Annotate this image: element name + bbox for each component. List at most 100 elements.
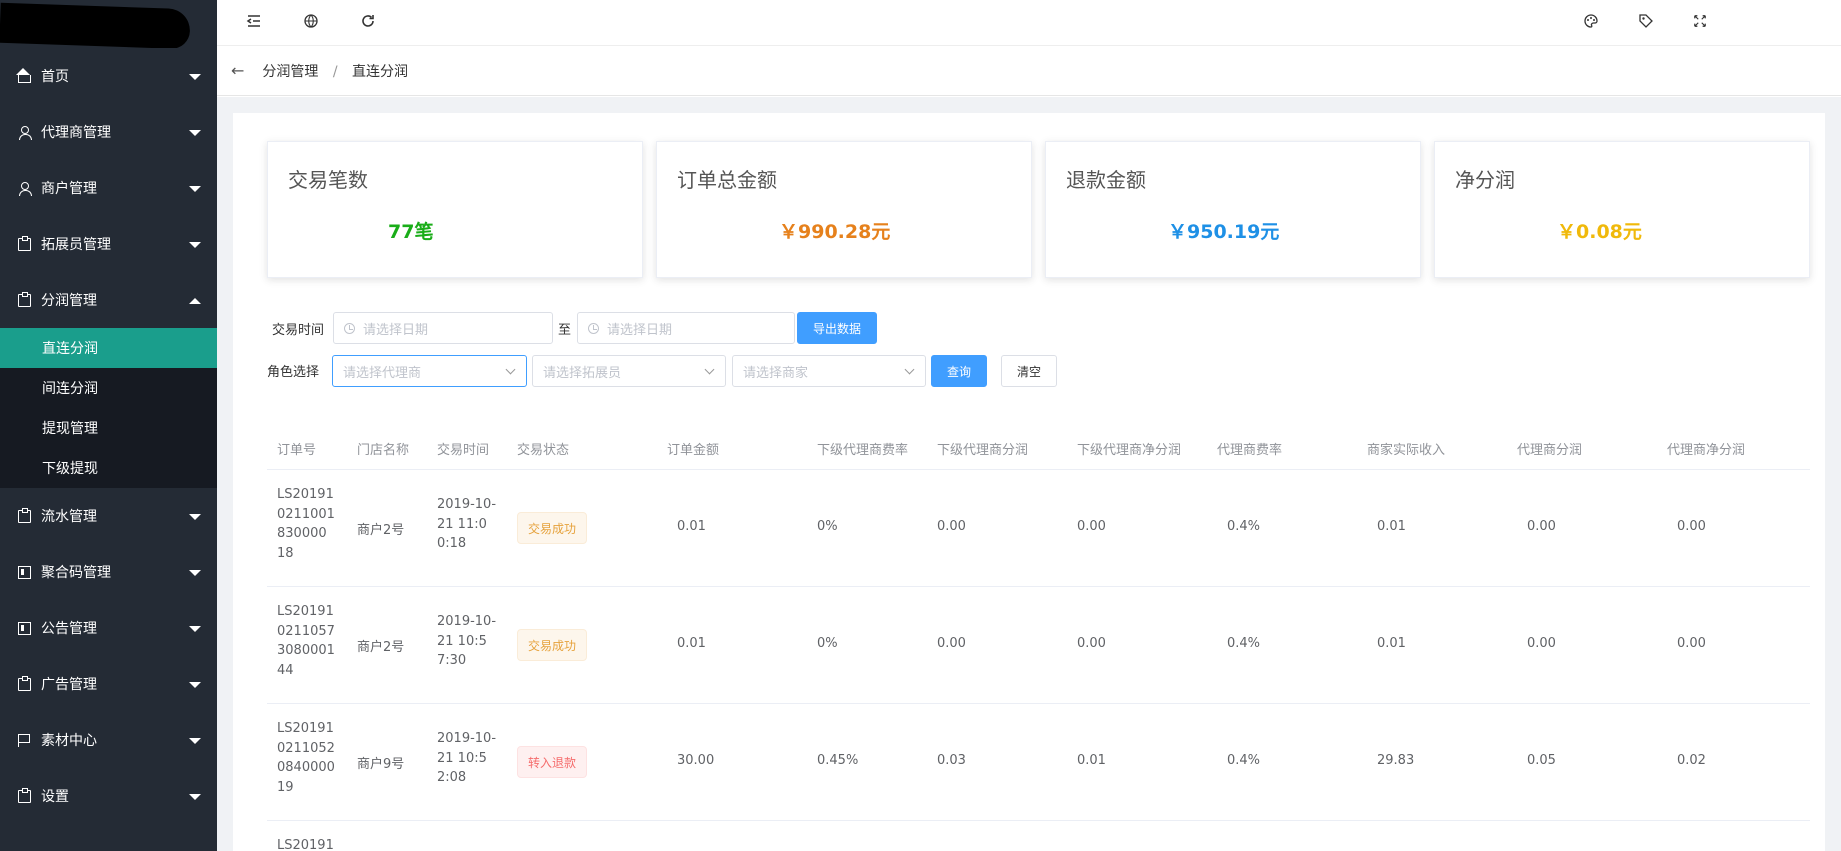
topbar [217, 0, 1841, 46]
clipboard-icon [18, 787, 31, 803]
clipboard-icon [18, 507, 31, 523]
content-gutter [217, 97, 1841, 113]
end-date-placeholder: 请选择日期 [607, 322, 673, 338]
cell-agent-net: 0.00 [1677, 519, 1706, 534]
cell-time: 2019-10-21 11:00:18 [437, 497, 497, 551]
stat-card-net-profit: 净分润 ￥0.08元 [1434, 141, 1810, 278]
logo-redacted [0, 2, 191, 48]
stat-card-refund: 退款金额 ￥950.19元 [1045, 141, 1421, 278]
clock-icon [588, 322, 599, 334]
col-sub-rate: 下级代理商费率 [817, 443, 909, 458]
clipboard-icon [18, 675, 31, 691]
clear-button[interactable]: 清空 [1001, 355, 1057, 387]
start-date-input[interactable]: 请选择日期 [333, 312, 553, 344]
menu-item-agent[interactable]: 代理商管理 [0, 104, 217, 160]
menu-item-settings[interactable]: 设置 [0, 768, 217, 824]
table-row: LS201910211052084000019 商户9号 2019-10-21 … [267, 704, 1810, 821]
cell-merchant-income: 29.83 [1377, 753, 1415, 768]
flag-icon [18, 733, 31, 747]
col-store: 门店名称 [357, 443, 410, 458]
logo [0, 0, 217, 48]
palette-icon[interactable] [1581, 13, 1601, 33]
menu-item-flow[interactable]: 流水管理 [0, 488, 217, 544]
menu-item-merchant[interactable]: 商户管理 [0, 160, 217, 216]
qrcode-icon [18, 621, 31, 635]
stat-value: ￥990.28元 [779, 221, 891, 243]
col-agent-net: 代理商净分润 [1667, 443, 1746, 458]
promoter-select[interactable]: 请选择拓展员 [532, 355, 726, 387]
cell-amount: 30.00 [677, 753, 715, 768]
menu-label: 广告管理 [41, 677, 97, 693]
caret-down-icon [189, 186, 201, 192]
fullscreen-icon[interactable] [1690, 13, 1710, 33]
breadcrumb-separator: / [332, 63, 338, 80]
export-button[interactable]: 导出数据 [797, 312, 877, 344]
stat-title: 净分润 [1455, 168, 1515, 192]
submenu-item-direct-profit[interactable]: 直连分润 [0, 328, 217, 368]
cell-order-no: LS201910211001830000 18 [277, 487, 335, 561]
caret-down-icon [189, 570, 201, 576]
submenu-item-withdraw[interactable]: 提现管理 [0, 408, 217, 448]
stat-title: 交易笔数 [288, 168, 368, 192]
status-badge: 交易成功 [517, 629, 588, 661]
start-date-placeholder: 请选择日期 [363, 322, 429, 338]
promoter-select-placeholder: 请选择拓展员 [543, 365, 622, 381]
menu-item-profit[interactable]: 分润管理 [0, 272, 217, 328]
stat-title: 订单总金额 [677, 168, 777, 192]
table-row: LS201910211057308000144 商户2号 2019-10-21 … [267, 587, 1810, 704]
tag-icon[interactable] [1636, 13, 1656, 33]
col-agent-rate: 代理商费率 [1217, 443, 1283, 458]
cell-sub-net: 0.00 [1077, 519, 1106, 534]
caret-down-icon [189, 738, 201, 744]
clipboard-icon [18, 235, 31, 251]
home-icon [16, 67, 31, 83]
menu-label: 素材中心 [41, 733, 97, 749]
role-label: 角色选择 [267, 365, 320, 380]
clock-icon [344, 322, 355, 334]
caret-down-icon [189, 794, 201, 800]
col-agent-profit: 代理商分润 [1517, 443, 1583, 458]
col-status: 交易状态 [517, 443, 570, 458]
menu-item-qrcode[interactable]: 聚合码管理 [0, 544, 217, 600]
agent-select[interactable]: 请选择代理商 [332, 355, 527, 387]
refresh-icon[interactable] [358, 13, 378, 33]
caret-down-icon [189, 130, 201, 136]
menu-item-promoter[interactable]: 拓展员管理 [0, 216, 217, 272]
chevron-down-icon [904, 364, 915, 375]
col-sub-net: 下级代理商净分润 [1077, 443, 1182, 458]
cell-sub-rate: 0% [817, 636, 838, 651]
cell-sub-net: 0.01 [1077, 753, 1106, 768]
time-label: 交易时间 [272, 323, 325, 338]
menu-label: 设置 [41, 789, 69, 805]
cell-amount: 0.01 [677, 519, 706, 534]
collapse-menu-icon[interactable] [244, 13, 264, 33]
submenu-profit: 直连分润 间连分润 提现管理 下级提现 [0, 328, 217, 488]
end-date-input[interactable]: 请选择日期 [577, 312, 795, 344]
merchant-select[interactable]: 请选择商家 [732, 355, 926, 387]
submenu-item-sub-withdraw[interactable]: 下级提现 [0, 448, 217, 488]
globe-icon[interactable] [301, 13, 321, 33]
query-button[interactable]: 查询 [931, 355, 987, 387]
cell-store: 商户9号 [357, 757, 405, 772]
cell-agent-rate: 0.4% [1227, 636, 1261, 651]
status-badge: 转入退款 [517, 746, 588, 778]
submenu-item-indirect-profit[interactable]: 间连分润 [0, 368, 217, 408]
merchant-select-placeholder: 请选择商家 [743, 365, 809, 381]
cell-sub-profit: 0.00 [937, 636, 966, 651]
menu-item-ads[interactable]: 广告管理 [0, 656, 217, 712]
menu-label: 商户管理 [41, 181, 97, 197]
table-row: LS20191 [267, 821, 1810, 851]
breadcrumb-parent[interactable]: 分润管理 [262, 64, 318, 80]
to-label: 至 [558, 323, 572, 338]
user-icon [18, 125, 32, 140]
back-arrow-icon[interactable]: ← [231, 61, 244, 80]
menu-item-notice[interactable]: 公告管理 [0, 600, 217, 656]
menu-item-material[interactable]: 素材中心 [0, 712, 217, 768]
breadcrumb: 分润管理 / 直连分润 [262, 61, 408, 81]
status-badge: 交易成功 [517, 512, 588, 544]
cell-sub-rate: 0.45% [817, 753, 859, 768]
caret-down-icon [189, 514, 201, 520]
menu-item-home[interactable]: 首页 [0, 48, 217, 104]
cell-merchant-income: 0.01 [1377, 519, 1406, 534]
cell-agent-net: 0.02 [1677, 753, 1706, 768]
